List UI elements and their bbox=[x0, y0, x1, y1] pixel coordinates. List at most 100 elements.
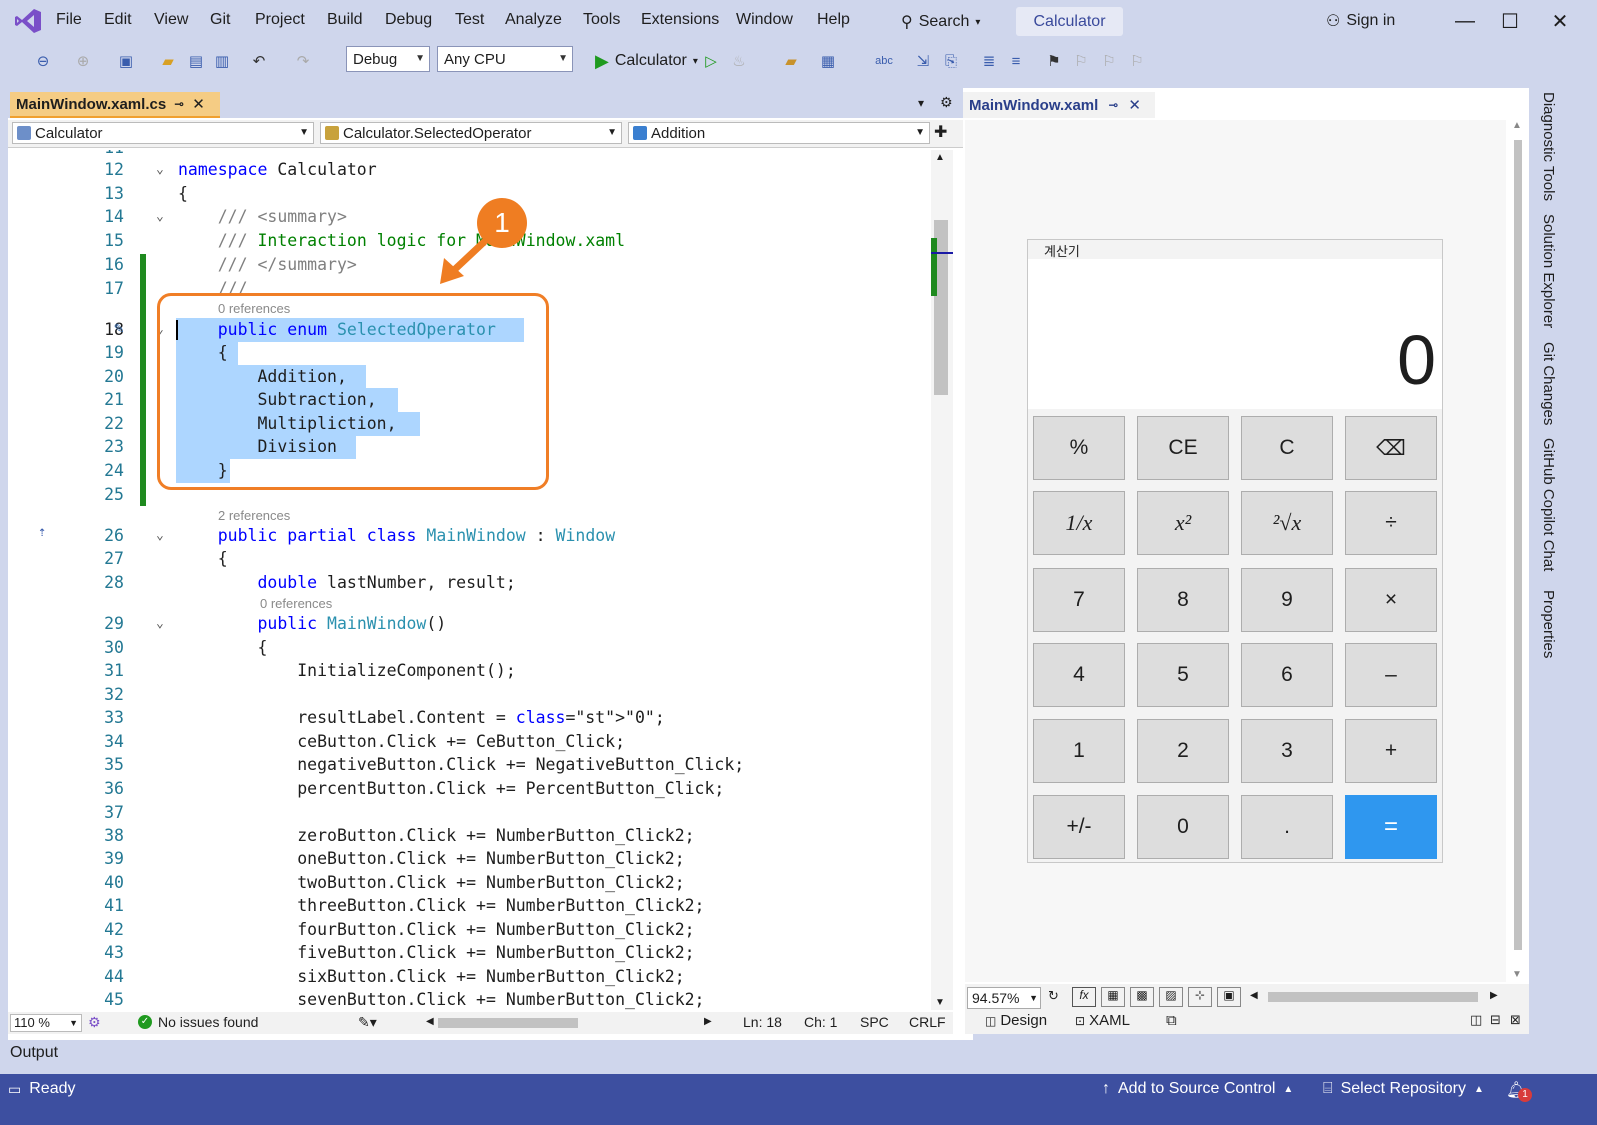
scroll-left-icon[interactable]: ◀ bbox=[426, 1016, 434, 1027]
prev-bookmark-icon[interactable]: ⚐ bbox=[1070, 50, 1092, 72]
select-repository-button[interactable]: ⌸ Select Repository ▲ bbox=[1323, 1080, 1484, 1098]
negate-button[interactable]: +/- bbox=[1033, 795, 1125, 859]
seven-button[interactable]: 7 bbox=[1033, 568, 1125, 632]
add-to-source-control-button[interactable]: ↑ Add to Source Control ▲ bbox=[1102, 1080, 1293, 1098]
undo-icon[interactable]: ↶ bbox=[248, 50, 270, 72]
scroll-down-icon[interactable]: ▼ bbox=[1512, 969, 1522, 980]
tab-design[interactable]: ◫ Design bbox=[985, 1012, 1047, 1029]
redo-icon[interactable]: ↷ bbox=[292, 50, 314, 72]
scroll-up-icon[interactable]: ▲ bbox=[935, 152, 945, 163]
new-project-icon[interactable]: ▣ bbox=[115, 50, 137, 72]
start-without-debugging-icon[interactable]: ▷ bbox=[700, 50, 722, 72]
scroll-right-icon[interactable]: ▶ bbox=[704, 1016, 712, 1027]
five-button[interactable]: 5 bbox=[1137, 643, 1229, 707]
horizontal-split-icon[interactable]: ⊟ bbox=[1490, 1012, 1501, 1028]
dock-tab-properties[interactable]: Properties bbox=[1540, 590, 1557, 658]
next-bookmark-icon[interactable]: ⚐ bbox=[1098, 50, 1120, 72]
three-button[interactable]: 3 bbox=[1241, 719, 1333, 783]
outdent-icon[interactable]: ≡ bbox=[1005, 50, 1027, 72]
reciprocal-button[interactable]: 1/x bbox=[1033, 491, 1125, 555]
back-icon[interactable]: ⊖ bbox=[32, 50, 54, 72]
menu-item-window[interactable]: Window bbox=[736, 11, 793, 29]
member-nav-dropdown[interactable]: Addition ▼ bbox=[628, 122, 930, 144]
menu-item-help[interactable]: Help bbox=[817, 11, 850, 29]
type-nav-dropdown[interactable]: Calculator.SelectedOperator ▼ bbox=[320, 122, 622, 144]
menu-item-debug[interactable]: Debug bbox=[385, 11, 432, 29]
designer-zoom-dropdown[interactable]: 94.57% ▼ bbox=[967, 987, 1041, 1009]
intellicode-icon[interactable]: ⚙ bbox=[88, 1014, 101, 1031]
clear-bookmarks-icon[interactable]: ⚐ bbox=[1126, 50, 1148, 72]
nine-button[interactable]: 9 bbox=[1241, 568, 1333, 632]
platform-select[interactable]: Any CPU ▼ bbox=[437, 46, 573, 72]
sign-in-button[interactable]: ⚇ Sign in bbox=[1326, 11, 1395, 31]
snap-gridlines-icon[interactable]: ▩ bbox=[1130, 987, 1154, 1007]
collapse-pane-icon[interactable]: ⊠ bbox=[1510, 1012, 1521, 1028]
bookmark-icon[interactable]: ⚑ bbox=[1043, 50, 1065, 72]
grid-toggle-icon[interactable]: ▦ bbox=[1101, 987, 1125, 1007]
scroll-up-icon[interactable]: ▲ bbox=[1512, 120, 1522, 131]
close-tab-icon[interactable]: ✕ bbox=[192, 95, 205, 113]
whitespace-indicator[interactable]: SPC bbox=[860, 1014, 889, 1030]
step-icon[interactable]: ⇲ bbox=[912, 50, 934, 72]
scroll-down-icon[interactable]: ▼ bbox=[935, 997, 945, 1008]
two-button[interactable]: 2 bbox=[1137, 719, 1229, 783]
inheritance-margin-icon[interactable]: ⇡ bbox=[38, 524, 46, 540]
codelens-references[interactable]: 0 references bbox=[260, 596, 332, 611]
square-button[interactable]: x² bbox=[1137, 491, 1229, 555]
open-folder-icon[interactable]: ▰ bbox=[157, 50, 179, 72]
close-window-button[interactable]: ✕ bbox=[1545, 6, 1575, 36]
project-name-badge[interactable]: Calculator bbox=[1016, 7, 1123, 36]
clear-button[interactable]: C bbox=[1241, 416, 1333, 480]
zero-button[interactable]: 0 bbox=[1137, 795, 1229, 859]
menu-item-build[interactable]: Build bbox=[327, 11, 363, 29]
line-indicator[interactable]: Ln: 18 bbox=[743, 1014, 782, 1030]
menu-item-tools[interactable]: Tools bbox=[583, 11, 620, 29]
tab-mainwindow-xaml-cs[interactable]: MainWindow.xaml.cs ⊸ ✕ bbox=[10, 92, 220, 118]
configuration-select[interactable]: Debug ▼ bbox=[346, 46, 430, 72]
popout-xaml-icon[interactable]: ⧉ bbox=[1166, 1012, 1177, 1029]
copy-icon[interactable]: ⎘ bbox=[940, 50, 962, 72]
menu-item-git[interactable]: Git bbox=[210, 11, 230, 29]
search-box[interactable]: ⚲ Search ▾ bbox=[901, 9, 980, 35]
tab-xaml[interactable]: ⊡ XAML bbox=[1075, 1012, 1130, 1029]
divide-button[interactable]: ÷ bbox=[1345, 491, 1437, 555]
subtract-button[interactable]: – bbox=[1345, 643, 1437, 707]
dock-tab-github-copilot-chat[interactable]: GitHub Copilot Chat bbox=[1540, 438, 1557, 571]
save-icon[interactable]: ▤ bbox=[185, 50, 207, 72]
pin-icon[interactable]: ⊸ bbox=[174, 97, 184, 111]
close-tab-icon[interactable]: ✕ bbox=[1128, 96, 1141, 114]
horizontal-scrollbar-thumb[interactable] bbox=[438, 1018, 578, 1028]
menu-item-project[interactable]: Project bbox=[255, 11, 305, 29]
artboard-background-icon[interactable]: ▨ bbox=[1159, 987, 1183, 1007]
menu-item-test[interactable]: Test bbox=[455, 11, 484, 29]
dock-tab-git-changes[interactable]: Git Changes bbox=[1540, 342, 1557, 425]
hot-reload-icon[interactable]: ♨ bbox=[728, 50, 750, 72]
layout-icon[interactable]: ▦ bbox=[817, 50, 839, 72]
visual-studio-logo-icon[interactable] bbox=[14, 8, 42, 34]
menu-item-analyze[interactable]: Analyze bbox=[505, 11, 562, 29]
forward-icon[interactable]: ⊕ bbox=[72, 50, 94, 72]
effects-toggle-icon[interactable]: fx bbox=[1072, 987, 1096, 1007]
add-button[interactable]: + bbox=[1345, 719, 1437, 783]
equals-button[interactable]: = bbox=[1345, 795, 1437, 859]
scroll-right-icon[interactable]: ▶ bbox=[1490, 990, 1498, 1001]
zoom-level-dropdown[interactable]: 110 % ▼ bbox=[10, 1014, 82, 1032]
ce-button[interactable]: CE bbox=[1137, 416, 1229, 480]
multiply-button[interactable]: × bbox=[1345, 568, 1437, 632]
save-all-icon[interactable]: ▥ bbox=[211, 50, 233, 72]
percent-button[interactable]: % bbox=[1033, 416, 1125, 480]
folder-view-icon[interactable]: ▰ bbox=[780, 50, 802, 72]
scroll-left-icon[interactable]: ◀ bbox=[1250, 990, 1258, 1001]
settings-gear-icon[interactable]: ⚙ bbox=[940, 94, 953, 111]
dock-tab-diagnostic-tools[interactable]: Diagnostic Tools bbox=[1540, 92, 1557, 201]
one-button[interactable]: 1 bbox=[1033, 719, 1125, 783]
refresh-icon[interactable]: ↻ bbox=[1048, 988, 1059, 1004]
scrollbar-thumb[interactable] bbox=[1514, 140, 1522, 950]
fold-toggle-icon[interactable]: ⌄ bbox=[156, 616, 164, 631]
indent-icon[interactable]: ≣ bbox=[978, 50, 1000, 72]
notifications-button[interactable]: 🔔︎ 1 bbox=[1506, 1080, 1532, 1102]
square-root-button[interactable]: ²√x bbox=[1241, 491, 1333, 555]
four-button[interactable]: 4 bbox=[1033, 643, 1125, 707]
pin-icon[interactable]: ⊸ bbox=[1108, 98, 1118, 112]
device-preview-icon[interactable]: ▣ bbox=[1217, 987, 1241, 1007]
